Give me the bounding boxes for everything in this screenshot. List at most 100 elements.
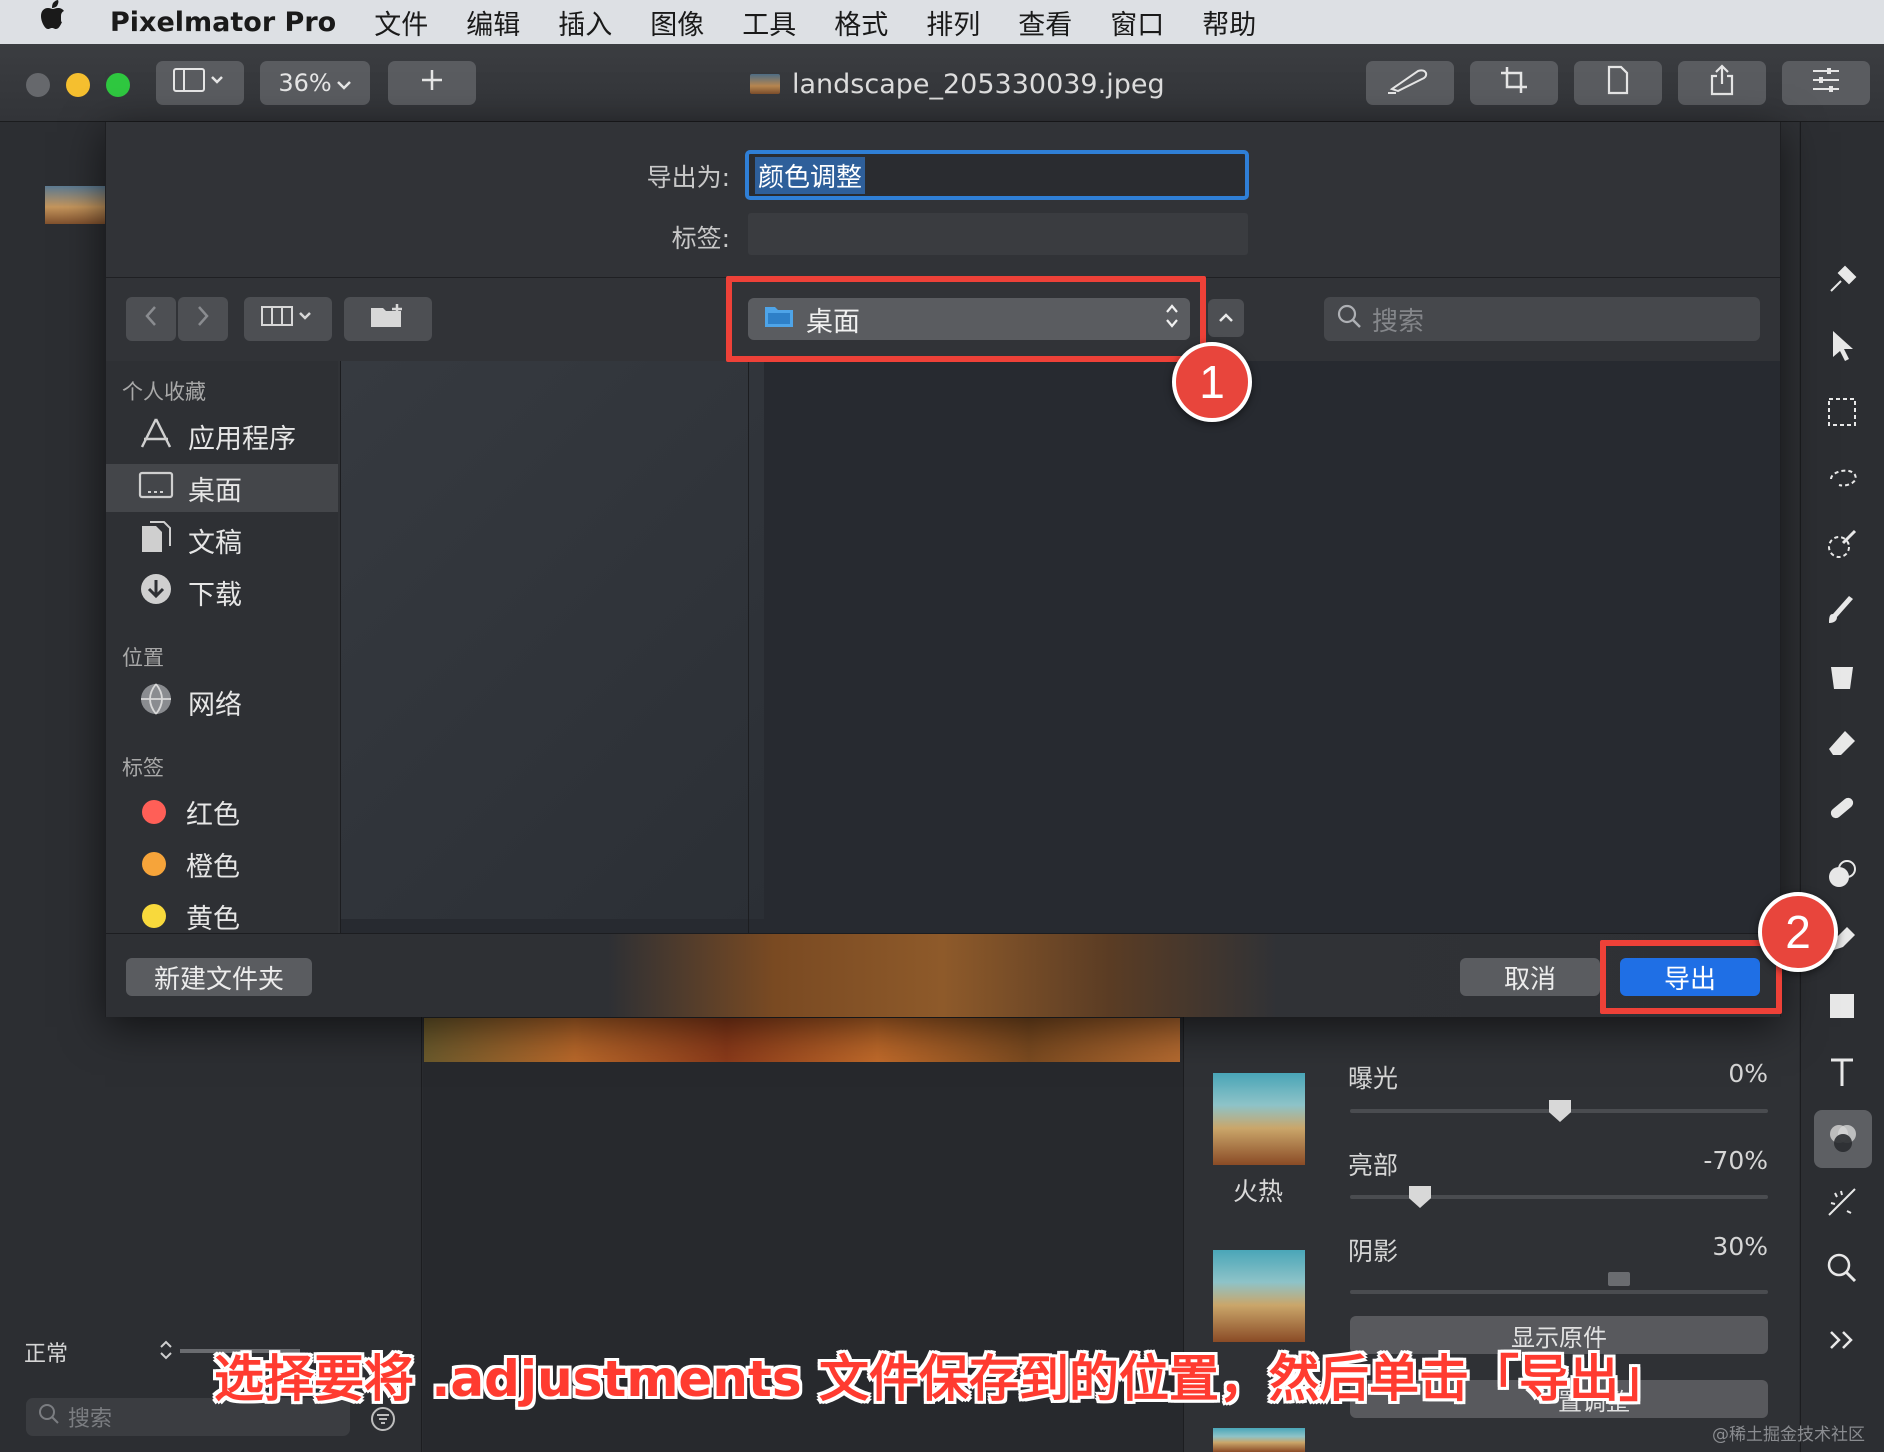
applications-icon [138, 417, 174, 456]
forward-button[interactable] [178, 297, 228, 341]
lasso-tool-icon[interactable] [1818, 454, 1866, 502]
highlights-label: 亮部 [1348, 1151, 1399, 1180]
new-folder-icon-button[interactable] [344, 297, 432, 341]
export-as-label: 导出为: [646, 163, 730, 192]
plus-icon [419, 67, 445, 99]
sidebar-item-network[interactable]: 网络 [106, 678, 338, 726]
file-browser-column[interactable] [341, 361, 764, 919]
type-tool-icon[interactable] [1818, 1048, 1866, 1096]
menu-edit[interactable]: 编辑 [466, 3, 520, 42]
clone-tool-icon[interactable] [1818, 850, 1866, 898]
menu-format[interactable]: 格式 [834, 3, 888, 42]
menu-view[interactable]: 查看 [1018, 3, 1072, 42]
new-folder-icon [369, 302, 407, 336]
sidebar-item-label: 橙色 [186, 851, 240, 883]
tags-label: 标签: [671, 224, 730, 253]
search-icon [38, 1403, 60, 1431]
menu-insert[interactable]: 插入 [558, 3, 612, 42]
pen-icon [1384, 65, 1436, 101]
quick-selection-icon[interactable] [1818, 520, 1866, 568]
zoom-window-button[interactable] [106, 73, 130, 97]
paint-brush-icon[interactable] [1818, 586, 1866, 634]
location-highlight-box [726, 276, 1206, 362]
sidebar-item-label: 网络 [188, 689, 242, 721]
collapse-browser-button[interactable] [1208, 299, 1244, 337]
sidebar-toggle-icon [172, 66, 228, 100]
shadows-slider-track[interactable] [1350, 1290, 1768, 1294]
finder-search-field[interactable]: 搜索 [1324, 297, 1760, 341]
effects-tool-icon[interactable] [1818, 1178, 1866, 1226]
color-adjust-tool-icon[interactable] [1814, 1110, 1872, 1168]
tags-header: 标签 [122, 756, 164, 780]
export-name-field[interactable]: 颜色调整 [745, 150, 1249, 200]
preset-thumbnail[interactable] [1213, 1428, 1305, 1452]
view-mode-button[interactable] [244, 297, 332, 341]
layers-search-placeholder: 搜索 [68, 1407, 113, 1432]
document-title: landscape_205330039.jpeg [750, 64, 1165, 104]
repair-bandage-icon[interactable] [1818, 784, 1866, 832]
desktop-icon [138, 470, 174, 507]
menu-window[interactable]: 窗口 [1110, 3, 1164, 42]
pen-tool-button[interactable] [1366, 61, 1454, 105]
canvas-image[interactable] [424, 1018, 1180, 1062]
preset-thumbnail[interactable] [1213, 1073, 1305, 1165]
crop-button[interactable] [1470, 61, 1558, 105]
adjustments-toggle-button[interactable] [1782, 61, 1870, 105]
preset-thumbnail[interactable] [1213, 1250, 1305, 1342]
blend-mode-value: 正常 [24, 1342, 69, 1367]
shadows-label: 阴影 [1348, 1237, 1399, 1266]
finder-search-placeholder: 搜索 [1372, 306, 1425, 337]
back-button[interactable] [126, 297, 176, 341]
sidebar-item-downloads[interactable]: 下载 [106, 568, 338, 616]
downloads-icon [138, 571, 174, 614]
sidebar-item-label: 桌面 [188, 475, 242, 507]
menu-file[interactable]: 文件 [374, 3, 428, 42]
sidebar-item-tag-orange[interactable]: 橙色 [106, 840, 338, 888]
menu-tools[interactable]: 工具 [742, 3, 796, 42]
more-tools-icon[interactable] [1818, 1316, 1866, 1364]
tags-field[interactable] [748, 213, 1248, 255]
app-name-menu[interactable]: Pixelmator Pro [110, 7, 336, 38]
export-highlight-box [1600, 940, 1782, 1014]
document-button[interactable] [1574, 61, 1662, 105]
menu-image[interactable]: 图像 [650, 3, 704, 42]
blend-mode-select[interactable]: 正常 [24, 1336, 173, 1368]
sidebar-item-desktop[interactable]: 桌面 [106, 464, 338, 512]
minimize-window-button[interactable] [66, 73, 90, 97]
network-icon [138, 681, 174, 724]
zoom-level-button[interactable]: 36% [260, 61, 370, 105]
close-window-button[interactable] [26, 73, 50, 97]
sidebar-item-label: 下载 [188, 579, 242, 611]
sidebar-toggle-button[interactable] [156, 61, 244, 105]
new-folder-button[interactable]: 新建文件夹 [126, 958, 312, 996]
shadows-slider-knob[interactable] [1608, 1272, 1630, 1286]
share-icon [1708, 64, 1736, 102]
eraser-icon[interactable] [1818, 718, 1866, 766]
share-button[interactable] [1678, 61, 1766, 105]
sidebar-item-documents[interactable]: 文稿 [106, 516, 338, 564]
export-name-value: 颜色调整 [755, 156, 866, 194]
add-button[interactable] [388, 61, 476, 105]
columns-view-icon [260, 304, 316, 334]
sidebar-item-tag-red[interactable]: 红色 [106, 788, 338, 836]
sidebar-item-label: 应用程序 [188, 423, 296, 455]
style-tool-icon[interactable] [1818, 256, 1866, 304]
paint-bucket-icon[interactable] [1818, 652, 1866, 700]
menu-help[interactable]: 帮助 [1202, 3, 1256, 42]
cancel-button[interactable]: 取消 [1460, 958, 1600, 996]
rectangular-selection-icon[interactable] [1818, 388, 1866, 436]
sidebar-item-label: 黄色 [186, 903, 240, 935]
zoom-tool-icon[interactable] [1818, 1244, 1866, 1292]
layer-thumbnail[interactable] [45, 186, 105, 224]
sidebar-item-applications[interactable]: 应用程序 [106, 412, 338, 460]
sliders-icon [1811, 66, 1841, 100]
sidebar-item-label: 红色 [186, 799, 240, 831]
orange-tag-dot-icon [142, 852, 166, 876]
document-icon [1606, 65, 1630, 101]
arrange-tool-icon[interactable] [1818, 322, 1866, 370]
menu-arrange[interactable]: 排列 [926, 3, 980, 42]
document-thumbnail [750, 74, 780, 94]
chevron-down-icon [336, 69, 352, 97]
apple-menu-icon[interactable] [40, 0, 84, 44]
shape-tool-icon[interactable] [1818, 982, 1866, 1030]
